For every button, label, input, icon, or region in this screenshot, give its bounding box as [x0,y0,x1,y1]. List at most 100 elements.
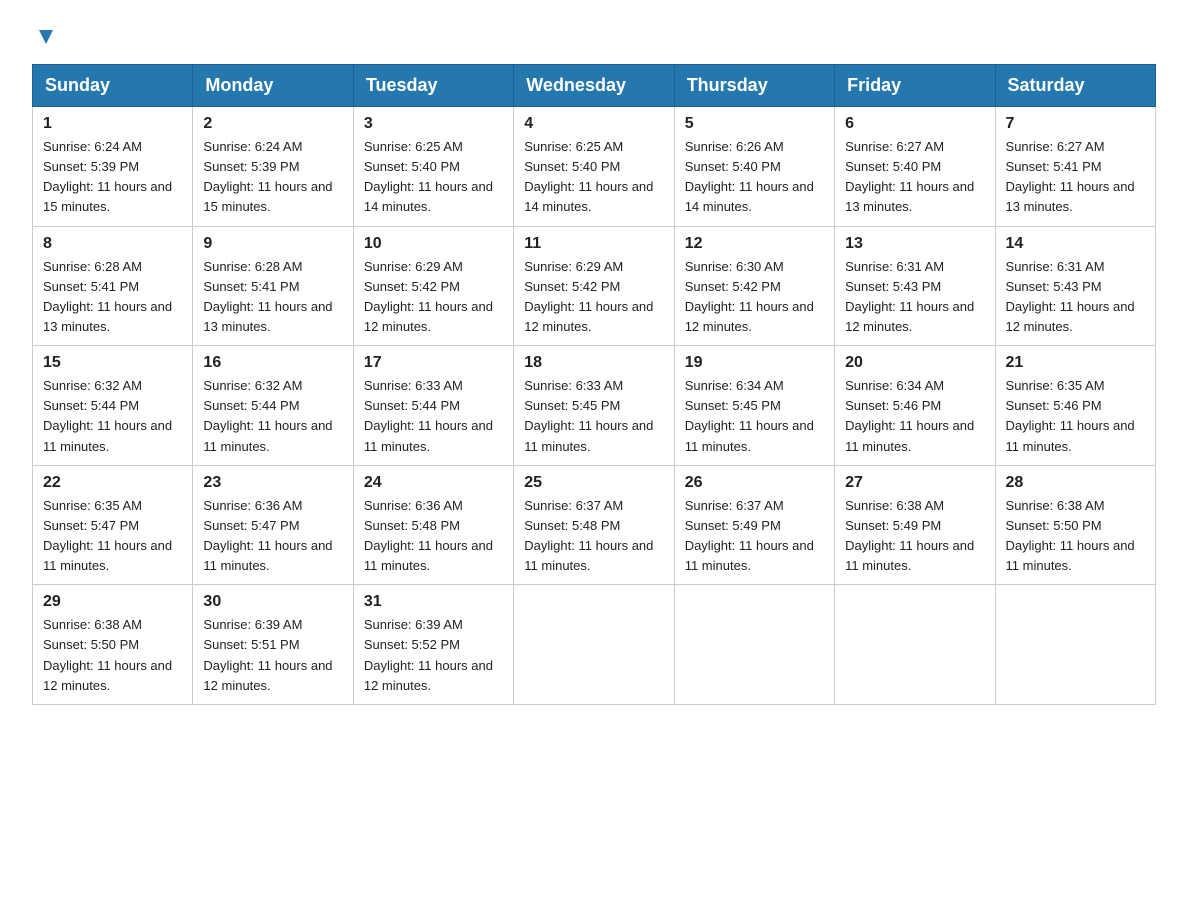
day-info: Sunrise: 6:25 AM Sunset: 5:40 PM Dayligh… [524,137,663,218]
calendar-cell: 25 Sunrise: 6:37 AM Sunset: 5:48 PM Dayl… [514,465,674,585]
calendar-cell [674,585,834,705]
day-info: Sunrise: 6:34 AM Sunset: 5:45 PM Dayligh… [685,376,824,457]
day-info: Sunrise: 6:36 AM Sunset: 5:47 PM Dayligh… [203,496,342,577]
calendar-cell: 7 Sunrise: 6:27 AM Sunset: 5:41 PM Dayli… [995,107,1155,227]
day-number: 24 [364,474,503,492]
calendar-cell: 5 Sunrise: 6:26 AM Sunset: 5:40 PM Dayli… [674,107,834,227]
calendar-cell: 30 Sunrise: 6:39 AM Sunset: 5:51 PM Dayl… [193,585,353,705]
day-info: Sunrise: 6:30 AM Sunset: 5:42 PM Dayligh… [685,257,824,338]
day-info: Sunrise: 6:35 AM Sunset: 5:47 PM Dayligh… [43,496,182,577]
day-number: 21 [1006,354,1145,372]
calendar-cell [995,585,1155,705]
calendar-cell: 18 Sunrise: 6:33 AM Sunset: 5:45 PM Dayl… [514,346,674,466]
day-number: 8 [43,235,182,253]
calendar-cell: 13 Sunrise: 6:31 AM Sunset: 5:43 PM Dayl… [835,226,995,346]
column-header-saturday: Saturday [995,65,1155,107]
day-number: 26 [685,474,824,492]
calendar-week-row: 22 Sunrise: 6:35 AM Sunset: 5:47 PM Dayl… [33,465,1156,585]
day-info: Sunrise: 6:33 AM Sunset: 5:44 PM Dayligh… [364,376,503,457]
day-number: 31 [364,593,503,611]
day-info: Sunrise: 6:24 AM Sunset: 5:39 PM Dayligh… [43,137,182,218]
calendar-cell: 20 Sunrise: 6:34 AM Sunset: 5:46 PM Dayl… [835,346,995,466]
day-info: Sunrise: 6:29 AM Sunset: 5:42 PM Dayligh… [524,257,663,338]
day-info: Sunrise: 6:27 AM Sunset: 5:41 PM Dayligh… [1006,137,1145,218]
day-number: 5 [685,115,824,133]
day-number: 4 [524,115,663,133]
day-number: 28 [1006,474,1145,492]
calendar-week-row: 29 Sunrise: 6:38 AM Sunset: 5:50 PM Dayl… [33,585,1156,705]
day-number: 22 [43,474,182,492]
calendar-cell [514,585,674,705]
day-number: 15 [43,354,182,372]
day-info: Sunrise: 6:35 AM Sunset: 5:46 PM Dayligh… [1006,376,1145,457]
day-info: Sunrise: 6:26 AM Sunset: 5:40 PM Dayligh… [685,137,824,218]
day-info: Sunrise: 6:39 AM Sunset: 5:51 PM Dayligh… [203,615,342,696]
calendar-cell: 11 Sunrise: 6:29 AM Sunset: 5:42 PM Dayl… [514,226,674,346]
day-number: 17 [364,354,503,372]
calendar-table: SundayMondayTuesdayWednesdayThursdayFrid… [32,64,1156,705]
day-number: 30 [203,593,342,611]
day-info: Sunrise: 6:39 AM Sunset: 5:52 PM Dayligh… [364,615,503,696]
logo [32,24,57,48]
day-info: Sunrise: 6:36 AM Sunset: 5:48 PM Dayligh… [364,496,503,577]
calendar-cell: 8 Sunrise: 6:28 AM Sunset: 5:41 PM Dayli… [33,226,193,346]
column-header-wednesday: Wednesday [514,65,674,107]
calendar-cell: 17 Sunrise: 6:33 AM Sunset: 5:44 PM Dayl… [353,346,513,466]
calendar-cell: 4 Sunrise: 6:25 AM Sunset: 5:40 PM Dayli… [514,107,674,227]
logo-arrow-icon [35,26,57,48]
calendar-cell: 29 Sunrise: 6:38 AM Sunset: 5:50 PM Dayl… [33,585,193,705]
calendar-cell: 31 Sunrise: 6:39 AM Sunset: 5:52 PM Dayl… [353,585,513,705]
calendar-cell: 28 Sunrise: 6:38 AM Sunset: 5:50 PM Dayl… [995,465,1155,585]
calendar-cell: 26 Sunrise: 6:37 AM Sunset: 5:49 PM Dayl… [674,465,834,585]
day-number: 13 [845,235,984,253]
day-number: 3 [364,115,503,133]
calendar-week-row: 15 Sunrise: 6:32 AM Sunset: 5:44 PM Dayl… [33,346,1156,466]
day-number: 7 [1006,115,1145,133]
calendar-cell: 14 Sunrise: 6:31 AM Sunset: 5:43 PM Dayl… [995,226,1155,346]
day-number: 9 [203,235,342,253]
day-number: 16 [203,354,342,372]
day-number: 29 [43,593,182,611]
day-number: 1 [43,115,182,133]
calendar-cell: 22 Sunrise: 6:35 AM Sunset: 5:47 PM Dayl… [33,465,193,585]
calendar-cell: 23 Sunrise: 6:36 AM Sunset: 5:47 PM Dayl… [193,465,353,585]
day-info: Sunrise: 6:38 AM Sunset: 5:50 PM Dayligh… [1006,496,1145,577]
day-number: 10 [364,235,503,253]
column-header-monday: Monday [193,65,353,107]
day-info: Sunrise: 6:25 AM Sunset: 5:40 PM Dayligh… [364,137,503,218]
day-info: Sunrise: 6:31 AM Sunset: 5:43 PM Dayligh… [845,257,984,338]
column-header-thursday: Thursday [674,65,834,107]
day-info: Sunrise: 6:37 AM Sunset: 5:48 PM Dayligh… [524,496,663,577]
day-info: Sunrise: 6:33 AM Sunset: 5:45 PM Dayligh… [524,376,663,457]
calendar-header-row: SundayMondayTuesdayWednesdayThursdayFrid… [33,65,1156,107]
day-info: Sunrise: 6:37 AM Sunset: 5:49 PM Dayligh… [685,496,824,577]
day-info: Sunrise: 6:28 AM Sunset: 5:41 PM Dayligh… [43,257,182,338]
day-number: 19 [685,354,824,372]
calendar-cell: 24 Sunrise: 6:36 AM Sunset: 5:48 PM Dayl… [353,465,513,585]
calendar-cell: 15 Sunrise: 6:32 AM Sunset: 5:44 PM Dayl… [33,346,193,466]
day-number: 27 [845,474,984,492]
calendar-cell: 2 Sunrise: 6:24 AM Sunset: 5:39 PM Dayli… [193,107,353,227]
calendar-cell [835,585,995,705]
column-header-friday: Friday [835,65,995,107]
calendar-cell: 9 Sunrise: 6:28 AM Sunset: 5:41 PM Dayli… [193,226,353,346]
day-number: 11 [524,235,663,253]
day-info: Sunrise: 6:24 AM Sunset: 5:39 PM Dayligh… [203,137,342,218]
calendar-cell: 3 Sunrise: 6:25 AM Sunset: 5:40 PM Dayli… [353,107,513,227]
calendar-cell: 10 Sunrise: 6:29 AM Sunset: 5:42 PM Dayl… [353,226,513,346]
day-number: 20 [845,354,984,372]
day-number: 18 [524,354,663,372]
day-number: 12 [685,235,824,253]
day-number: 14 [1006,235,1145,253]
column-header-tuesday: Tuesday [353,65,513,107]
day-info: Sunrise: 6:38 AM Sunset: 5:50 PM Dayligh… [43,615,182,696]
day-info: Sunrise: 6:29 AM Sunset: 5:42 PM Dayligh… [364,257,503,338]
day-info: Sunrise: 6:28 AM Sunset: 5:41 PM Dayligh… [203,257,342,338]
day-number: 25 [524,474,663,492]
calendar-week-row: 8 Sunrise: 6:28 AM Sunset: 5:41 PM Dayli… [33,226,1156,346]
column-header-sunday: Sunday [33,65,193,107]
day-info: Sunrise: 6:27 AM Sunset: 5:40 PM Dayligh… [845,137,984,218]
day-info: Sunrise: 6:31 AM Sunset: 5:43 PM Dayligh… [1006,257,1145,338]
day-number: 23 [203,474,342,492]
day-info: Sunrise: 6:32 AM Sunset: 5:44 PM Dayligh… [43,376,182,457]
